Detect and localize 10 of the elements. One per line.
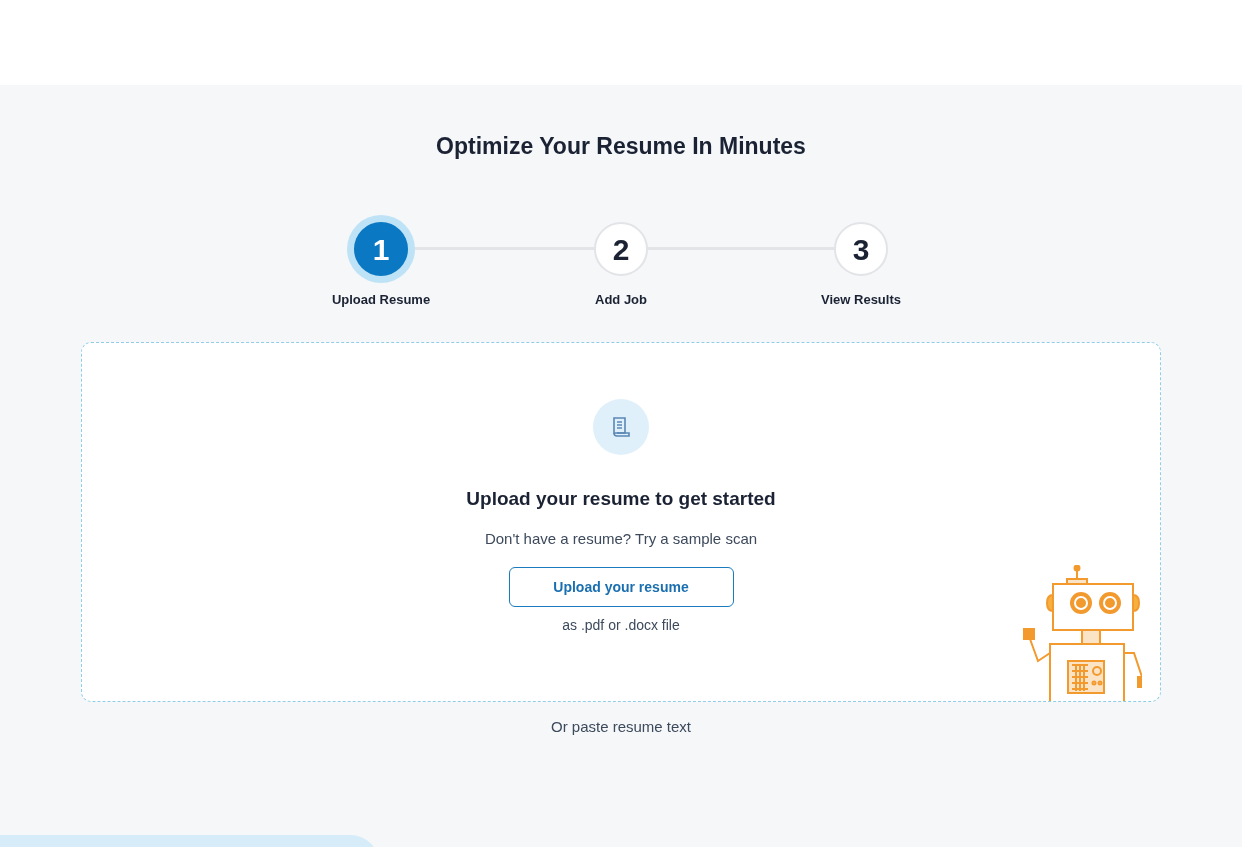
document-icon — [593, 399, 649, 455]
page-title: Optimize Your Resume In Minutes — [436, 132, 806, 160]
step-label: Add Job — [595, 291, 647, 309]
sample-scan-text[interactable]: Don't have a resume? Try a sample scan — [484, 527, 758, 550]
upload-heading: Upload your resume to get started — [466, 487, 776, 511]
step-label: Upload Resume — [331, 291, 431, 309]
upload-button[interactable]: Upload your resume — [508, 567, 734, 607]
paste-resume-link[interactable]: Or paste resume text — [550, 716, 692, 739]
step-label: View Results — [821, 291, 901, 309]
file-type-note: as .pdf or .docx file — [562, 616, 680, 635]
